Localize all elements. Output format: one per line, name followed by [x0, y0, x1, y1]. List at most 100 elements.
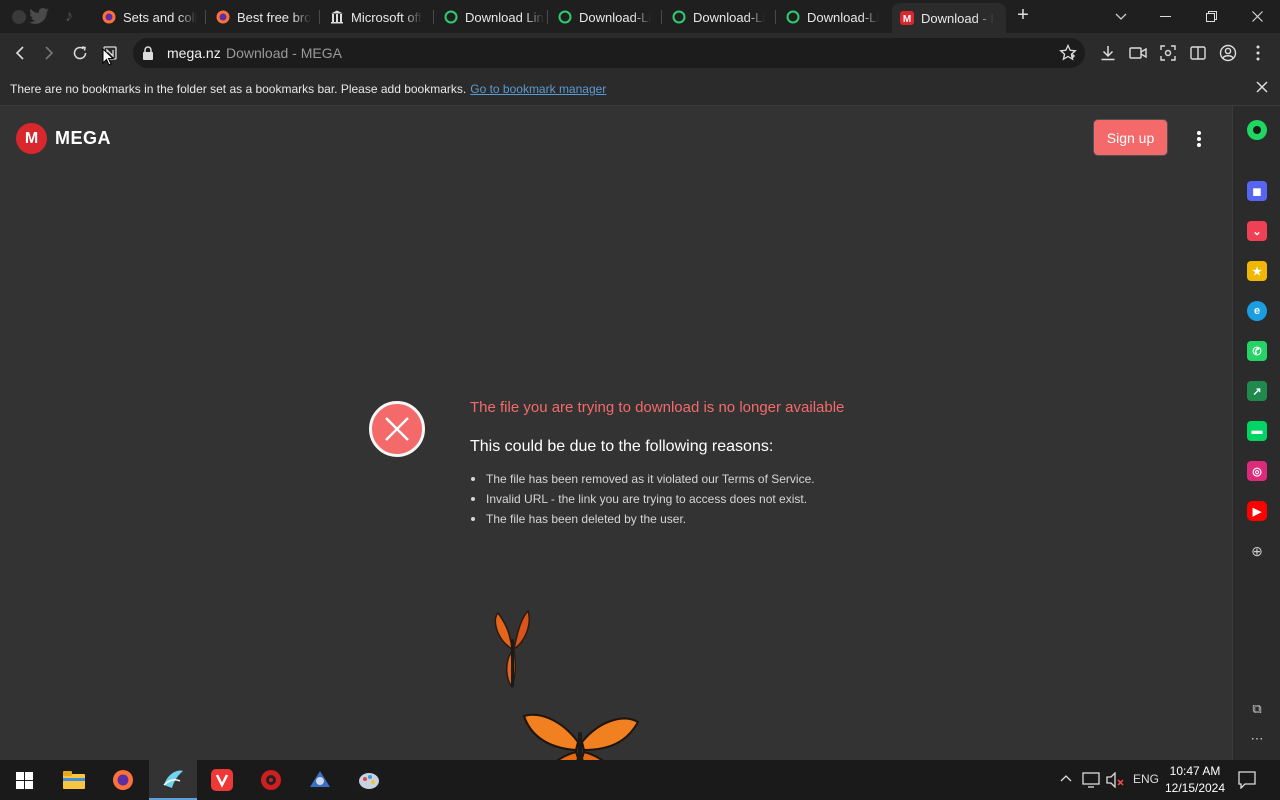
sign-up-button[interactable]: Sign up: [1094, 120, 1167, 155]
external-link-icon[interactable]: ⧉: [1247, 699, 1267, 719]
bookmark-manager-link[interactable]: Go to bookmark manager: [470, 82, 606, 96]
file-explorer-icon: [63, 771, 85, 789]
new-tab-button[interactable]: +: [1012, 5, 1034, 27]
instagram-icon[interactable]: ◎: [1247, 461, 1267, 481]
bank-icon: [330, 10, 344, 24]
tab-5[interactable]: Download-Li: [550, 3, 662, 31]
browser-icon: [163, 770, 183, 788]
arrow-left-icon: [15, 46, 24, 60]
video-camera-icon: [1129, 47, 1147, 59]
vertical-dots-icon: [1256, 45, 1260, 61]
mega-logo[interactable]: M MEGA: [16, 123, 111, 154]
notifications-icon[interactable]: [1238, 771, 1256, 789]
address-bar[interactable]: mega.nz Download - MEGA: [133, 38, 1085, 68]
close-bookmarks-bar-icon[interactable]: [1256, 81, 1268, 93]
taskbar-app-1[interactable]: [296, 760, 344, 800]
clock-time: 10:47 AM: [1169, 764, 1221, 778]
youtube-icon[interactable]: ▶: [1247, 501, 1267, 521]
split-view-button[interactable]: [1188, 43, 1208, 63]
webtoon-icon[interactable]: ▬: [1247, 421, 1267, 441]
browser-toolbar: mega.nz Download - MEGA: [0, 33, 1280, 73]
chevron-up-icon[interactable]: [1060, 774, 1072, 782]
tab-1[interactable]: Sets and coll: [94, 3, 206, 31]
add-sidebar-app-icon[interactable]: ⊕: [1247, 541, 1267, 561]
edge-icon[interactable]: e: [1247, 301, 1267, 321]
discord-icon[interactable]: ◼: [1247, 181, 1267, 201]
profile-icon: [1219, 44, 1237, 62]
tab-7[interactable]: Download-Li: [778, 3, 890, 31]
green-circle-icon: [786, 10, 800, 24]
menu-dot: [1197, 137, 1201, 141]
more-horizontal-icon[interactable]: ⋯: [1247, 729, 1267, 749]
tab-label: Best free bro: [237, 9, 312, 25]
tab-label: Sets and coll: [123, 9, 198, 25]
forward-button[interactable]: [37, 41, 61, 65]
taskbar-vivaldi[interactable]: [198, 760, 246, 800]
clock[interactable]: 10:47 AM 12/15/2024: [1160, 763, 1230, 797]
url-host: mega.nz: [167, 45, 221, 61]
browser-sidebar: ◼ ⌄ ★ e ✆ ↗ ▬ ◎ ▶ ⊕ ⧉ ⋯: [1232, 106, 1280, 760]
chevron-down-icon: [1115, 13, 1127, 20]
butterfly-decoration: [494, 609, 530, 689]
error-title: The file you are trying to download is n…: [470, 399, 845, 416]
tab-search-button[interactable]: [1098, 0, 1144, 33]
url-page-title: Download - MEGA: [226, 45, 342, 61]
tab-3[interactable]: Microsoft off: [322, 3, 434, 31]
whatsapp-icon[interactable]: ✆: [1247, 341, 1267, 361]
pocket-icon[interactable]: ⌄: [1247, 221, 1267, 241]
star-icon[interactable]: ★: [1247, 261, 1267, 281]
pinned-tab-tiktok[interactable]: ♪: [52, 3, 86, 31]
profile-button[interactable]: [1218, 43, 1238, 63]
tab-label: Download Lin: [465, 9, 544, 25]
error-subtitle: This could be due to the following reaso…: [470, 438, 774, 455]
tab-6[interactable]: Download-Li: [664, 3, 776, 31]
close-icon: [1251, 11, 1263, 22]
reload-button[interactable]: [68, 41, 92, 65]
bookmarks-empty-message: There are no bookmarks in the folder set…: [10, 82, 467, 96]
green-circle-icon: [444, 10, 458, 24]
close-window-button[interactable]: [1234, 0, 1280, 33]
page-content: M MEGA Sign up The file you are trying t…: [0, 106, 1232, 787]
reload-icon: [73, 46, 87, 60]
x-mark-icon: [385, 417, 409, 441]
pinned-tab-twitter[interactable]: [22, 3, 56, 31]
back-button[interactable]: [8, 41, 32, 65]
taskbar-file-explorer[interactable]: [50, 760, 98, 800]
reasons-list: The file has been removed as it violated…: [470, 471, 815, 531]
tab-2[interactable]: Best free bro: [208, 3, 320, 31]
video-capture-button[interactable]: [1128, 43, 1148, 63]
network-icon[interactable]: [1082, 772, 1100, 788]
menu-dot: [1197, 131, 1201, 135]
reason-item: The file has been removed as it violated…: [470, 471, 815, 491]
screenshot-button[interactable]: [1158, 43, 1178, 63]
security-app-icon: [261, 770, 281, 790]
error-x-icon: [369, 401, 425, 457]
taskbar-app-2[interactable]: [345, 760, 393, 800]
tab-label: Download-Li: [807, 9, 880, 25]
mega-logo-text: MEGA: [55, 128, 111, 148]
start-button[interactable]: [0, 760, 48, 800]
language-indicator[interactable]: ENG: [1133, 772, 1159, 786]
twitter-icon: [29, 8, 49, 24]
taskbar-firefox[interactable]: [99, 760, 147, 800]
volume-muted-icon[interactable]: [1106, 772, 1124, 788]
downloads-button[interactable]: [1098, 43, 1118, 63]
spotify-icon[interactable]: [1247, 120, 1267, 140]
bookmark-star-icon[interactable]: [1059, 44, 1077, 62]
tab-4[interactable]: Download Lin: [436, 3, 548, 31]
tab-active-mega[interactable]: M Download - I: [892, 3, 1006, 33]
windows-start-icon: [15, 771, 33, 789]
mouse-cursor-icon: [102, 48, 114, 66]
taskbar-security-app[interactable]: [247, 760, 295, 800]
chart-icon[interactable]: ↗: [1247, 381, 1267, 401]
restore-button[interactable]: [1188, 0, 1234, 33]
firefox-icon: [113, 770, 133, 790]
page-menu-button[interactable]: [1190, 128, 1208, 150]
browser-menu-button[interactable]: [1248, 43, 1268, 63]
minimize-icon: [1159, 15, 1171, 17]
app-icon-2: [359, 773, 379, 789]
green-circle-icon: [672, 10, 686, 24]
download-icon: [1101, 46, 1115, 61]
minimize-button[interactable]: [1142, 0, 1188, 33]
taskbar-browser-active[interactable]: [149, 760, 197, 800]
